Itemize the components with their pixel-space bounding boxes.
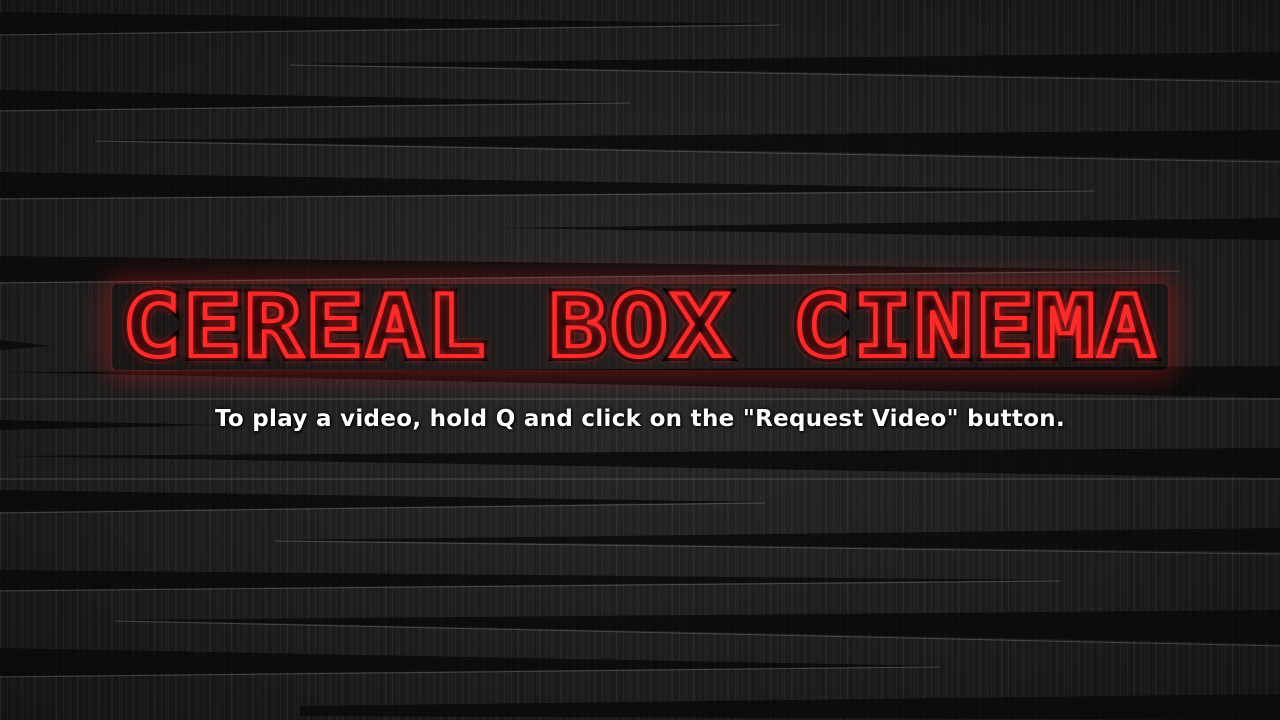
- scratch: [0, 172, 1095, 198]
- logo-title: CEREAL BOX CINEMA: [122, 277, 1158, 377]
- scratch: [0, 340, 50, 350]
- scratch: [0, 12, 780, 34]
- scratch: [0, 570, 1060, 590]
- cereal-box-cinema-logo: CEREAL BOX CINEMA CEREAL BOX CINEMA: [117, 272, 1161, 382]
- scratch: [95, 130, 1280, 160]
- scratch: [300, 694, 1280, 720]
- cinema-screen: CEREAL BOX CINEMA CEREAL BOX CINEMA To p…: [0, 0, 1280, 720]
- scratch: [275, 528, 1280, 552]
- scratch: [500, 218, 1280, 240]
- scratch: [0, 490, 765, 512]
- scratch: [290, 52, 1280, 80]
- play-video-instructions: To play a video, hold Q and click on the…: [214, 406, 1066, 432]
- scratch: [0, 448, 1280, 478]
- scratch: [115, 610, 1280, 644]
